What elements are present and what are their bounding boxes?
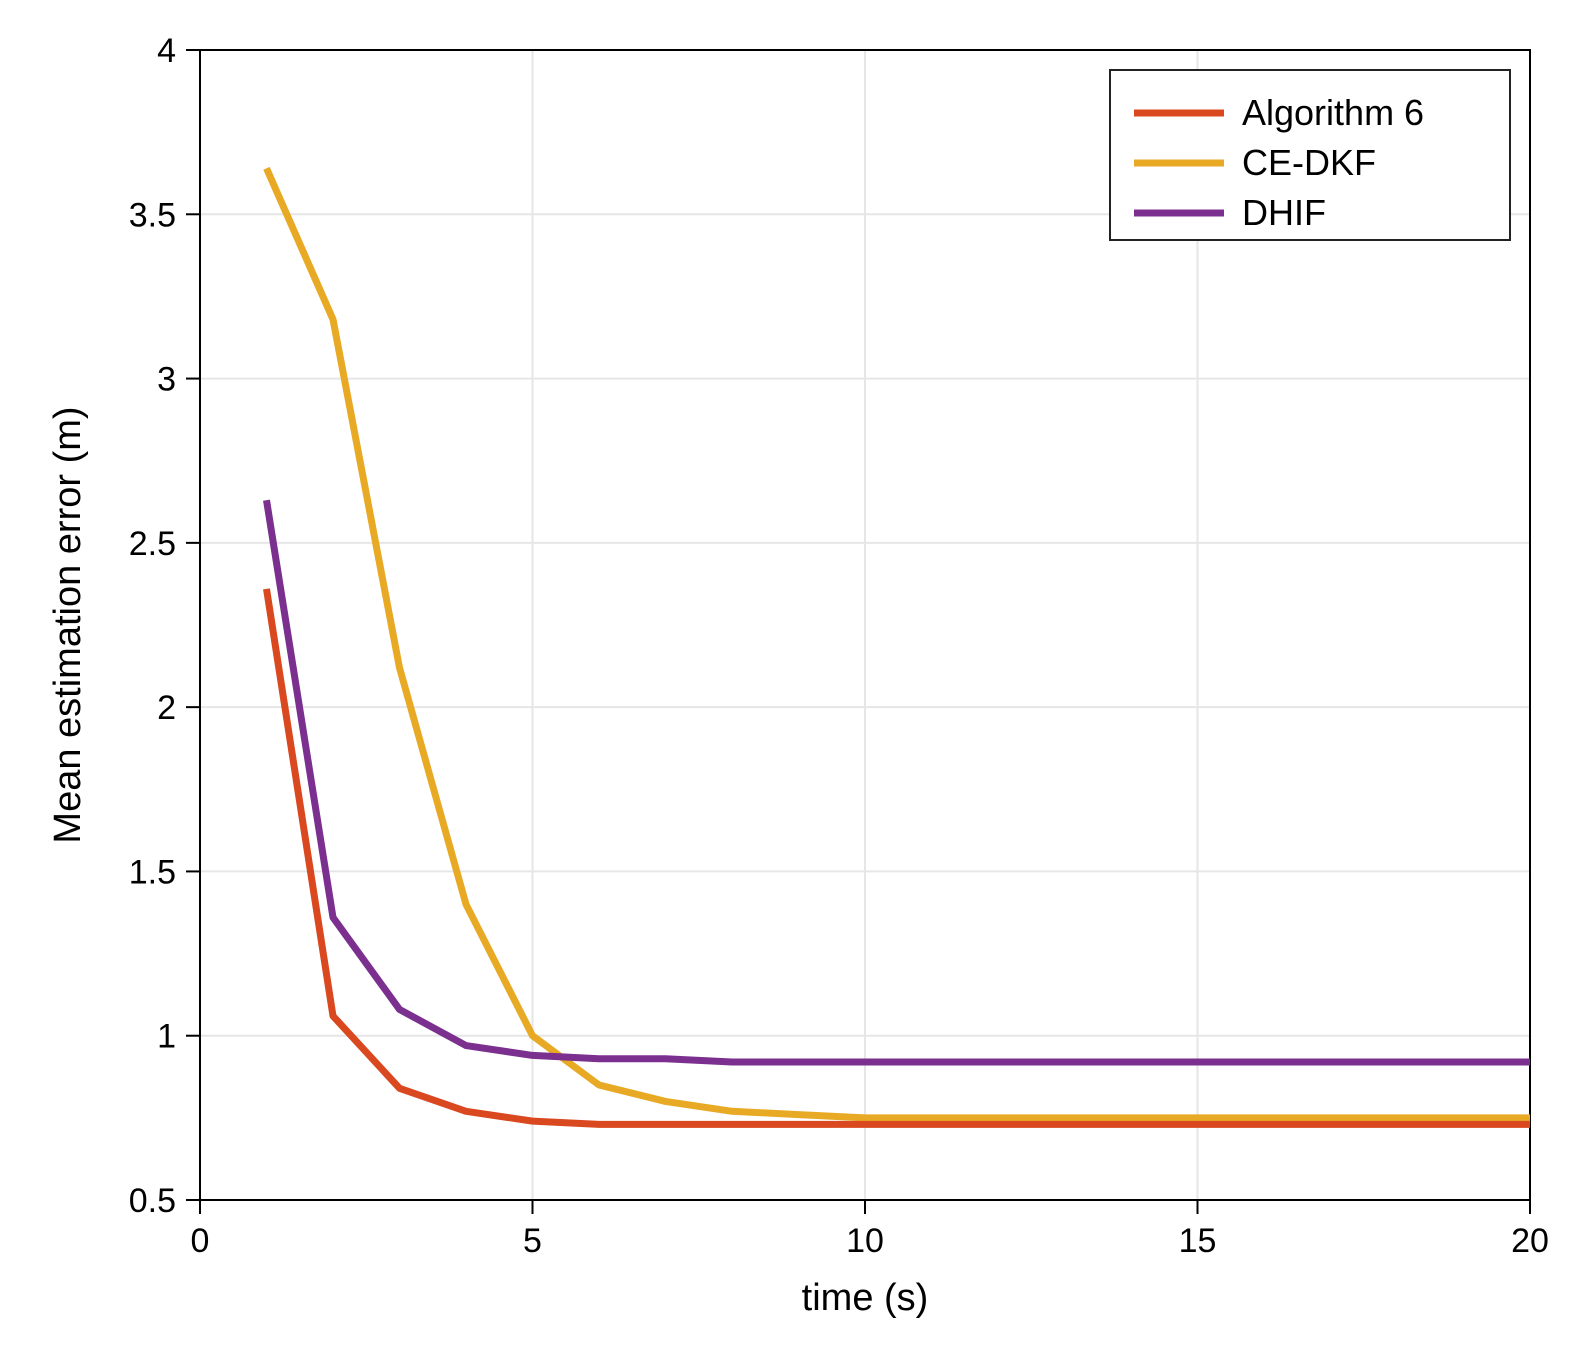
y-tick-label: 0.5	[129, 1182, 176, 1220]
x-tick-label: 20	[1511, 1222, 1549, 1260]
series-line	[267, 168, 1531, 1118]
series-line	[267, 500, 1531, 1062]
x-tick-label: 5	[523, 1222, 542, 1260]
x-tick-label: 0	[191, 1222, 210, 1260]
y-tick-label: 1	[157, 1018, 176, 1056]
y-tick-label: 1.5	[129, 853, 176, 891]
chart-container: 0 5 10 15 20 0.5 1 1.5 2 2.5 3 3.5 4 time (s) Mean est…	[0, 0, 1582, 1364]
legend-label: DHIF	[1242, 192, 1326, 233]
y-tick-label: 3	[157, 361, 176, 399]
y-tick-label: 2.5	[129, 525, 176, 563]
x-tick-label: 10	[846, 1222, 884, 1260]
legend-label: Algorithm 6	[1242, 92, 1424, 133]
y-axis-label: Mean estimation error (m)	[47, 406, 89, 843]
line-chart: 0 5 10 15 20 0.5 1 1.5 2 2.5 3 3.5 4 time (s) Mean est…	[0, 0, 1582, 1364]
legend-label: CE-DKF	[1242, 142, 1376, 183]
x-tick-label: 15	[1179, 1222, 1217, 1260]
y-tick-label: 2	[157, 689, 176, 727]
x-axis-label: time (s)	[802, 1277, 929, 1319]
y-tick-label: 3.5	[129, 196, 176, 234]
y-tick-label: 4	[157, 32, 176, 70]
